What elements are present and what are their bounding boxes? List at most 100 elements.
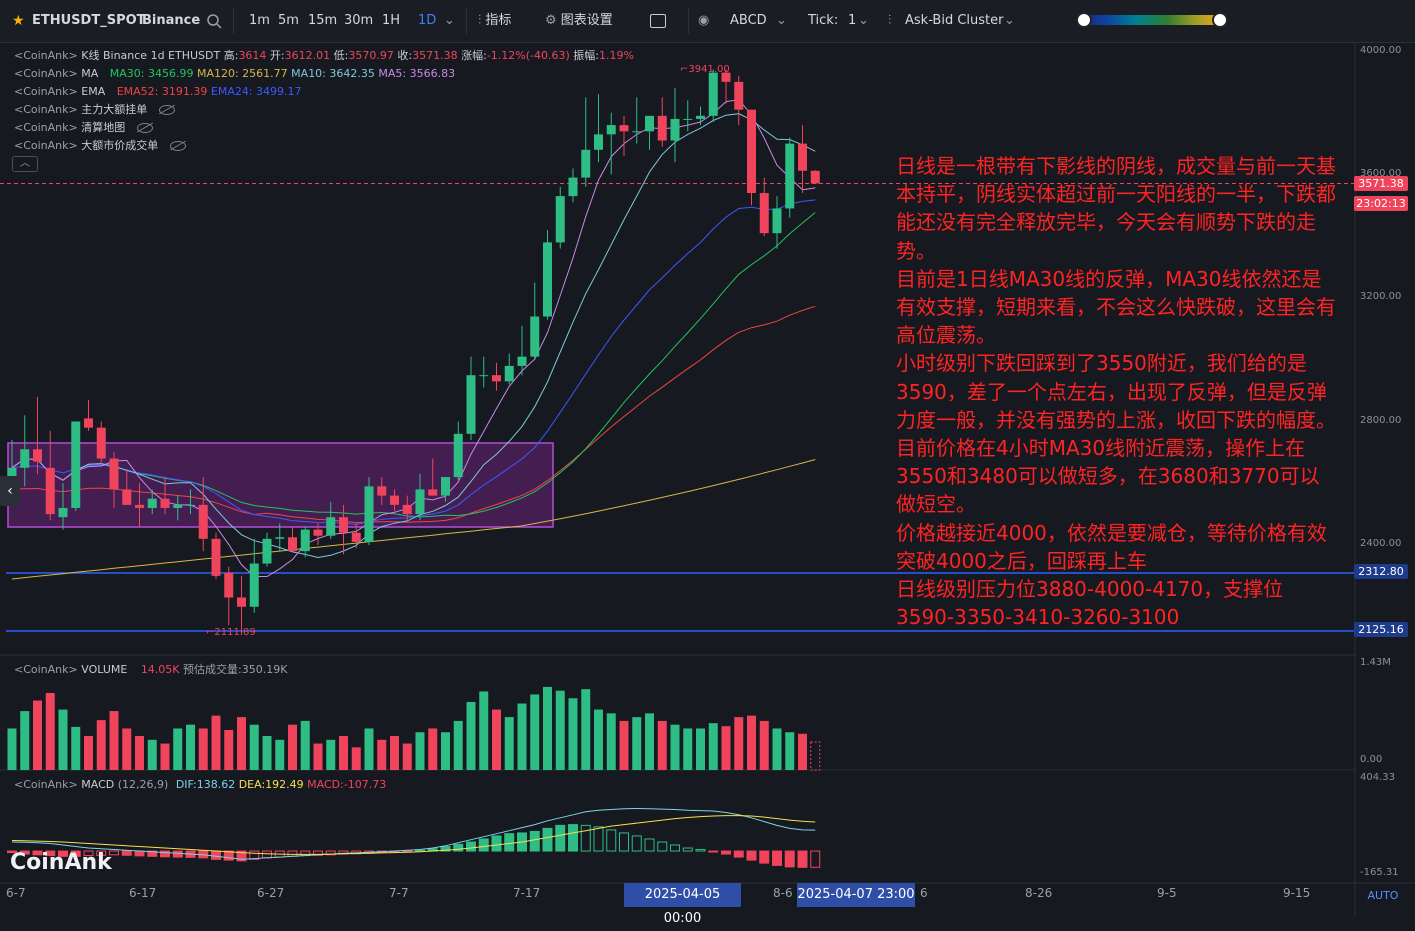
macd-legend: <CoinAnk> MACD (12,26,9) DIF:138.62 DEA:…	[14, 778, 386, 792]
volume-bar	[530, 694, 540, 770]
annotation-paragraph: 目前是1日线MA30线的反弹，MA30线依然还是有效支撑，短期来看，不会这么快跌…	[896, 266, 1336, 348]
legend-prefix: <CoinAnk>	[14, 49, 78, 62]
candle-body	[173, 504, 183, 508]
volume-bar	[147, 739, 157, 770]
eye-icon[interactable]: ◉	[698, 0, 709, 42]
volume-bar	[759, 720, 769, 770]
legend-name: MACD	[81, 778, 115, 791]
volume-bar	[173, 728, 183, 770]
volume-bar	[186, 724, 195, 770]
low-label: 低:	[333, 49, 349, 62]
search-icon[interactable]	[206, 0, 222, 42]
volume-bar	[45, 692, 55, 770]
chart-settings-button[interactable]: ⚙ 图表设置	[545, 0, 613, 42]
candle-body	[109, 458, 119, 490]
x-axis-label: 6	[920, 886, 928, 900]
volume-estimate: 预估成交量:350.19K	[183, 663, 288, 676]
ma30-value: MA30: 3456.99	[109, 67, 194, 80]
hidden-eye-icon[interactable]	[169, 141, 186, 151]
hidden-eye-icon[interactable]	[136, 123, 153, 133]
legend-name: K线	[81, 49, 100, 62]
interval-30m[interactable]: 30m	[344, 0, 373, 42]
indicators-label: 指标	[485, 13, 512, 28]
interval-5m[interactable]: 5m	[278, 0, 299, 42]
candle-body	[377, 486, 387, 496]
hidden-eye-icon[interactable]	[158, 105, 175, 115]
slider-handle-right[interactable]	[1212, 12, 1228, 28]
x-axis-label: 6-27	[257, 886, 285, 900]
drawing-tool-label[interactable]: ABCD	[730, 0, 767, 42]
candle-body	[186, 504, 195, 506]
legend-info: Binance 1d ETHUSDT	[102, 49, 221, 62]
macd-params: (12,26,9)	[117, 778, 169, 791]
price-axis-label: 2400.00	[1360, 538, 1402, 549]
candle-body	[288, 537, 297, 552]
top-toolbar: ★ ETHUSDT_SPOT Binance 1m 5m 15m 30m 1H …	[0, 0, 1415, 43]
scroll-left-button[interactable]: ‹	[0, 476, 20, 506]
indicators-button[interactable]: ⫶ 指标	[478, 0, 511, 42]
legend-prefix: <CoinAnk>	[14, 85, 78, 98]
volume-axis-bottom: 0.00	[1360, 754, 1383, 765]
macd-histogram-bar	[759, 850, 770, 864]
drawing-dropdown-chevron-icon[interactable]: ⌄	[776, 0, 787, 42]
analysis-annotation: 日线是一根带有下影线的阴线，成交量与前一天基本持平，阴线实体超过前一天阳线的一半…	[896, 152, 1336, 631]
macd-histogram-bar	[453, 843, 464, 852]
heatmap-range-slider[interactable]	[1076, 12, 1228, 28]
volume-bar	[543, 686, 552, 770]
macd-histogram-bar	[784, 850, 795, 868]
candle-body	[160, 498, 170, 508]
price-axis-label: 3200.00	[1360, 291, 1402, 302]
macd-axis-bottom: -165.31	[1360, 867, 1399, 878]
favorite-star-icon[interactable]: ★	[12, 0, 25, 42]
volume-bar	[351, 747, 361, 770]
volume-bar	[619, 720, 629, 770]
open-label: 开:	[269, 49, 285, 62]
interval-15m[interactable]: 15m	[308, 0, 337, 42]
auto-scale-button[interactable]: AUTO	[1358, 886, 1408, 906]
cluster-dropdown-chevron-icon[interactable]: ⌄	[1004, 0, 1015, 42]
volume-bar	[453, 720, 463, 770]
x-axis-label: 6-17	[129, 886, 157, 900]
square-icon	[650, 13, 666, 28]
macd-histogram-bar	[134, 850, 145, 857]
candle-body	[453, 433, 463, 478]
x-axis-label: 7-17	[513, 886, 541, 900]
crosshair-end-time: 2025-04-07 23:00	[797, 883, 915, 907]
volume-bar	[84, 736, 93, 770]
candle-body	[313, 529, 323, 536]
x-axis-label: 8-26	[1025, 886, 1053, 900]
slider-handle-left[interactable]	[1076, 12, 1092, 28]
fullscreen-checkbox[interactable]	[650, 0, 666, 42]
candle-body	[645, 115, 654, 132]
symbol-name[interactable]: ETHUSDT_SPOT	[32, 0, 146, 42]
legend-name: EMA	[81, 85, 106, 98]
volume-bar	[377, 739, 387, 770]
interval-1d[interactable]: 1D	[418, 0, 436, 42]
volume-bar	[441, 732, 450, 770]
close-value: 3571.38	[412, 49, 458, 62]
toolbar-divider	[688, 8, 689, 34]
macd-histogram-bar	[772, 850, 782, 866]
macd-histogram-bar	[491, 835, 502, 852]
ema-legend: <CoinAnk> EMA EMA52: 3191.39 EMA24: 3499…	[14, 85, 302, 99]
price-axis-label: 4000.00	[1360, 45, 1402, 56]
interval-dropdown-chevron-icon[interactable]: ⌄	[444, 0, 455, 42]
chevron-left-icon: ‹	[7, 483, 13, 499]
legend-name: VOLUME	[81, 663, 128, 676]
tick-dropdown-chevron-icon[interactable]: ⌄	[858, 0, 869, 42]
legend-name: 大额市价成交单	[81, 139, 159, 152]
tick-value[interactable]: 1	[848, 0, 856, 42]
candle-body	[466, 375, 476, 434]
x-axis-label: 9-5	[1157, 886, 1177, 900]
interval-1m[interactable]: 1m	[249, 0, 270, 42]
volume-bar	[275, 739, 285, 770]
high-label: 高:	[223, 49, 239, 62]
current-price-tag: 3571.38	[1354, 176, 1408, 191]
volume-bar	[606, 713, 616, 770]
candle-body	[543, 242, 552, 317]
collapse-legend-button[interactable]: ︿	[12, 156, 38, 172]
cluster-select[interactable]: Ask-Bid Cluster	[905, 0, 1003, 42]
interval-1h[interactable]: 1H	[382, 0, 400, 42]
volume-bar	[670, 724, 680, 770]
volume-bar	[581, 689, 591, 770]
